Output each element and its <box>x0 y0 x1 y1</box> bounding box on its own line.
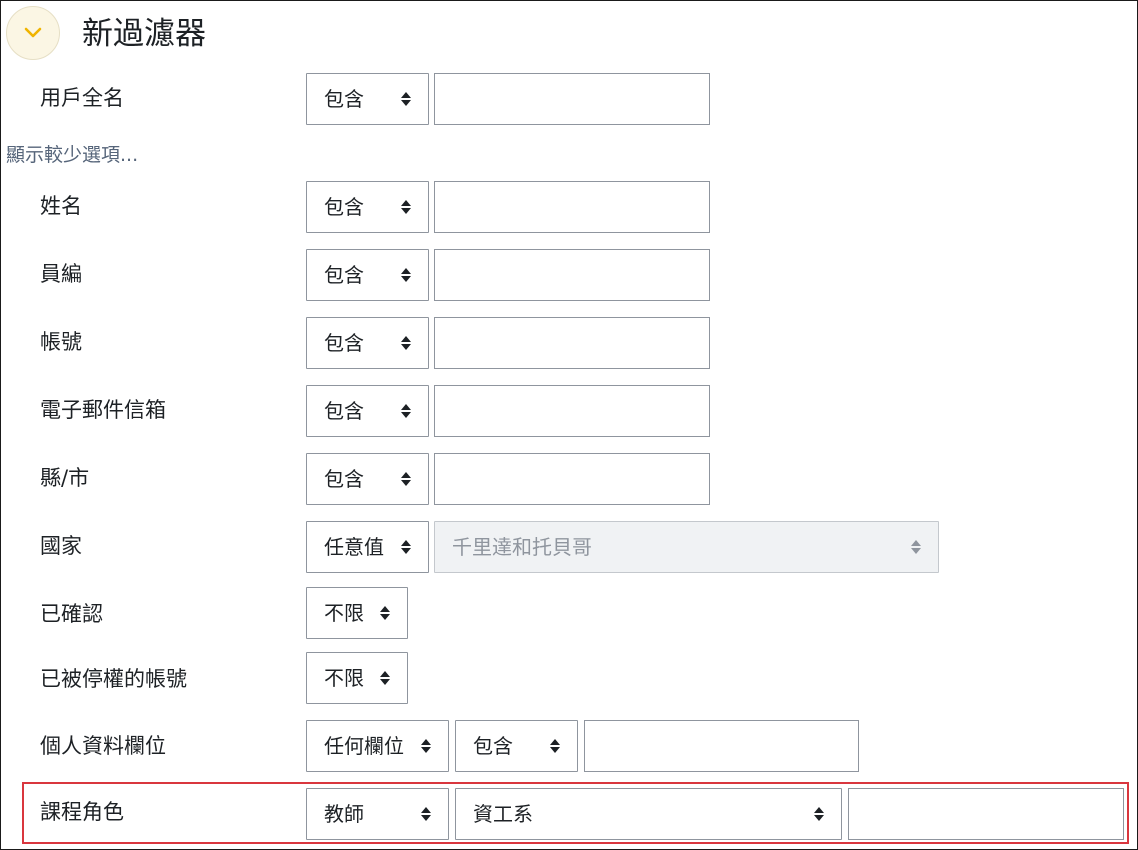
idnumber-input[interactable] <box>434 249 710 301</box>
idnumber-label: 員編 <box>40 262 82 286</box>
city-label: 縣/市 <box>40 466 90 490</box>
sort-arrows-icon <box>380 606 390 620</box>
confirmed-value: 不限 <box>324 601 364 625</box>
sort-arrows-icon <box>911 540 921 554</box>
suspended-label: 已被停權的帳號 <box>40 667 187 691</box>
username-input[interactable] <box>434 317 710 369</box>
firstname-label: 姓名 <box>40 194 82 218</box>
fullname-operator-value: 包含 <box>324 87 364 111</box>
show-less-options-link[interactable]: 顯示較少選項... <box>6 142 138 168</box>
profile-operator-select[interactable]: 包含 <box>455 720 578 772</box>
confirmed-select[interactable]: 不限 <box>306 587 408 639</box>
username-operator-value: 包含 <box>324 331 364 355</box>
firstname-operator-select[interactable]: 包含 <box>306 181 429 233</box>
sort-arrows-icon <box>814 807 824 821</box>
country-label: 國家 <box>40 534 82 558</box>
firstname-input[interactable] <box>434 181 710 233</box>
city-input[interactable] <box>434 453 710 505</box>
sort-arrows-icon <box>401 268 411 282</box>
email-operator-value: 包含 <box>324 399 364 423</box>
sort-arrows-icon <box>421 739 431 753</box>
email-operator-select[interactable]: 包含 <box>306 385 429 437</box>
section-heading: 新過濾器 <box>82 16 206 52</box>
suspended-select[interactable]: 不限 <box>306 652 408 704</box>
idnumber-operator-select[interactable]: 包含 <box>306 249 429 301</box>
fullname-input[interactable] <box>434 73 710 125</box>
country-value-select[interactable]: 千里達和托貝哥 <box>434 521 939 573</box>
country-operator-select[interactable]: 任意值 <box>306 521 429 573</box>
course-role-label: 課程角色 <box>40 800 124 824</box>
username-operator-select[interactable]: 包含 <box>306 317 429 369</box>
country-operator-value: 任意值 <box>324 535 384 559</box>
course-shortname-input[interactable] <box>848 788 1124 840</box>
firstname-operator-value: 包含 <box>324 195 364 219</box>
fullname-label: 用戶全名 <box>40 86 124 110</box>
collapse-toggle-button[interactable] <box>6 6 60 60</box>
suspended-value: 不限 <box>324 666 364 690</box>
course-category-select[interactable]: 資工系 <box>455 788 842 840</box>
chevron-down-icon <box>24 27 42 38</box>
profile-field-select[interactable]: 任何欄位 <box>306 720 449 772</box>
email-input[interactable] <box>434 385 710 437</box>
profile-field-value: 任何欄位 <box>324 734 404 758</box>
sort-arrows-icon <box>401 200 411 214</box>
email-label: 電子郵件信箱 <box>40 398 166 422</box>
sort-arrows-icon <box>401 404 411 418</box>
username-label: 帳號 <box>40 330 82 354</box>
course-role-select[interactable]: 教師 <box>306 788 449 840</box>
profile-field-label: 個人資料欄位 <box>40 734 166 758</box>
sort-arrows-icon <box>401 540 411 554</box>
confirmed-label: 已確認 <box>40 602 103 626</box>
profile-value-input[interactable] <box>584 720 859 772</box>
sort-arrows-icon <box>421 807 431 821</box>
course-category-value: 資工系 <box>473 802 533 826</box>
fullname-operator-select[interactable]: 包含 <box>306 73 429 125</box>
city-operator-select[interactable]: 包含 <box>306 453 429 505</box>
profile-operator-value: 包含 <box>473 734 513 758</box>
city-operator-value: 包含 <box>324 467 364 491</box>
sort-arrows-icon <box>401 336 411 350</box>
sort-arrows-icon <box>401 472 411 486</box>
idnumber-operator-value: 包含 <box>324 263 364 287</box>
country-value: 千里達和托貝哥 <box>452 535 592 559</box>
course-role-value: 教師 <box>324 802 364 826</box>
sort-arrows-icon <box>550 739 560 753</box>
sort-arrows-icon <box>401 92 411 106</box>
sort-arrows-icon <box>380 671 390 685</box>
